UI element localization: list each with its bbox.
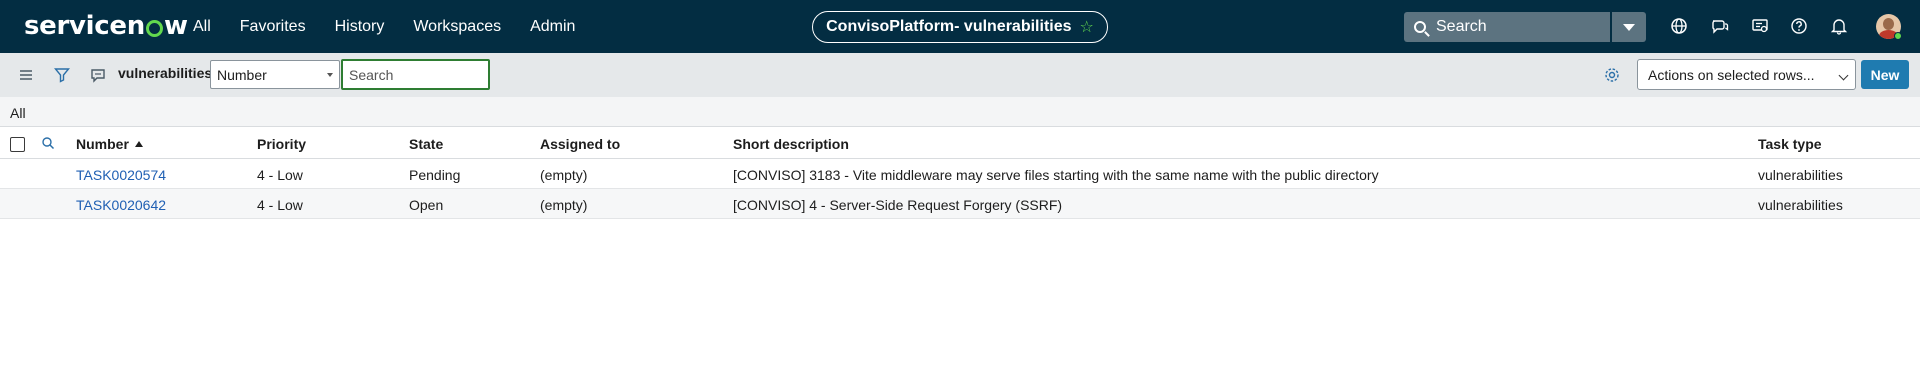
column-header-state[interactable]: State <box>409 136 443 152</box>
logo-text-prefix: servicen <box>24 11 145 41</box>
short-description-cell: [CONVISO] 4 - Server-Side Request Forger… <box>733 197 1063 213</box>
favorite-star-icon[interactable]: ☆ <box>1080 17 1094 37</box>
table-header: Number Priority State Assigned to Short … <box>0 127 1920 159</box>
servicenow-logo[interactable]: servicen w <box>24 11 188 41</box>
nav-history[interactable]: History <box>335 18 385 36</box>
priority-cell: 4 - Low <box>257 197 303 213</box>
assigned-to-cell: (empty) <box>540 197 588 213</box>
top-header: servicen w All Favorites History Workspac… <box>0 0 1920 53</box>
select-all-checkbox[interactable] <box>10 137 25 152</box>
list-search-input[interactable]: Search <box>341 59 490 90</box>
scope-title: ConvisoPlatform- vulnerabilities <box>826 18 1072 35</box>
column-header-short-description[interactable]: Short description <box>733 136 849 152</box>
column-header-priority[interactable]: Priority <box>257 136 306 152</box>
search-icon <box>1414 21 1426 33</box>
global-search-dropdown[interactable] <box>1612 12 1646 42</box>
column-header-number[interactable]: Number <box>76 136 143 152</box>
help-icon[interactable] <box>1790 17 1808 35</box>
task-number-link[interactable]: TASK0020574 <box>76 167 166 183</box>
globe-icon[interactable] <box>1670 17 1688 35</box>
column-search-icon[interactable] <box>41 136 55 150</box>
filter-icon[interactable] <box>53 66 71 84</box>
logo-o-icon <box>145 19 163 37</box>
table-row: TASK0020642 4 - Low Open (empty) [CONVIS… <box>0 189 1920 219</box>
list-toolbar: vulnerabilities Number Search Actions on… <box>0 53 1920 97</box>
breadcrumb-all[interactable]: All <box>10 105 26 121</box>
breadcrumb: All <box>0 97 1920 127</box>
nav-all[interactable]: All <box>193 18 211 36</box>
activity-stream-icon[interactable] <box>89 66 107 84</box>
assigned-to-cell: (empty) <box>540 167 588 183</box>
priority-cell: 4 - Low <box>257 167 303 183</box>
nav-workspaces[interactable]: Workspaces <box>413 18 501 36</box>
table-row: TASK0020574 4 - Low Pending (empty) [CON… <box>0 159 1920 189</box>
state-cell: Pending <box>409 167 461 183</box>
column-header-assigned-to[interactable]: Assigned to <box>540 136 620 152</box>
nav-favorites[interactable]: Favorites <box>240 18 306 36</box>
logo-text-suffix: w <box>163 11 188 41</box>
hamburger-menu-icon[interactable] <box>17 66 35 84</box>
new-button[interactable]: New <box>1861 60 1909 89</box>
task-type-cell: vulnerabilities <box>1758 197 1843 213</box>
column-header-number-label: Number <box>76 136 129 152</box>
state-cell: Open <box>409 197 444 213</box>
main-nav: All Favorites History Workspaces Admin <box>193 0 604 53</box>
column-header-task-type[interactable]: Task type <box>1758 136 1822 152</box>
task-type-cell: vulnerabilities <box>1758 167 1843 183</box>
gear-icon[interactable] <box>1603 66 1621 84</box>
task-number-link[interactable]: TASK0020642 <box>76 197 166 213</box>
list-title: vulnerabilities <box>118 65 213 81</box>
sort-ascending-icon <box>134 141 143 147</box>
screen-share-icon[interactable] <box>1751 17 1769 35</box>
actions-on-selected-rows-select[interactable]: Actions on selected rows... <box>1637 59 1856 90</box>
presence-indicator <box>1894 32 1902 40</box>
nav-admin[interactable]: Admin <box>530 18 575 36</box>
search-field-select[interactable]: Number <box>210 60 340 89</box>
scope-title-pill[interactable]: ConvisoPlatform- vulnerabilities ☆ <box>812 11 1108 43</box>
bell-icon[interactable] <box>1830 17 1848 35</box>
global-search-input[interactable]: Search <box>1404 12 1610 42</box>
chat-icon[interactable] <box>1711 17 1729 35</box>
short-description-cell: [CONVISO] 3183 - Vite middleware may ser… <box>733 167 1379 183</box>
global-search-placeholder: Search <box>1436 18 1487 35</box>
